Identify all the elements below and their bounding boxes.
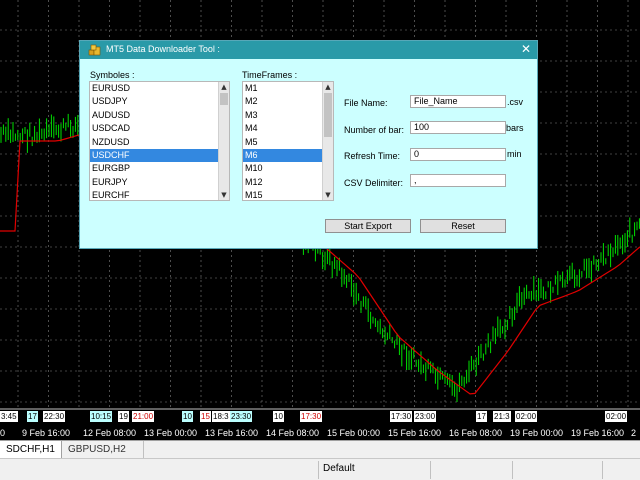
timeframe-item-m1[interactable]: M1 <box>243 82 333 95</box>
symbol-item-audusd[interactable]: AUDUSD <box>90 109 229 122</box>
date-label: 9 Feb 16:00 <box>22 428 71 438</box>
tab-usdchf-h1[interactable]: SDCHF,H1 <box>0 441 62 458</box>
timeframe-item-m6[interactable]: M6 <box>243 148 333 163</box>
date-label: 14 Feb 08:00 <box>266 428 320 438</box>
delimiter-label: CSV Delimiter: <box>344 178 404 188</box>
data-downloader-dialog: MT5 Data Downloader Tool : ✕ Symboles : … <box>79 40 538 249</box>
date-label-partial: 2 <box>631 428 637 438</box>
time-tag: 22:30 <box>43 411 66 422</box>
close-icon[interactable]: ✕ <box>519 42 533 57</box>
scroll-up-icon[interactable]: ▲ <box>323 82 333 92</box>
timeframes-scrollbar[interactable]: ▲ ▼ <box>322 82 333 200</box>
date-label: 13 Feb 16:00 <box>205 428 259 438</box>
time-tag: 10:15 <box>90 411 113 422</box>
time-tag: 17 <box>476 411 487 422</box>
time-tag: 15 <box>200 411 211 422</box>
scroll-down-icon[interactable]: ▼ <box>219 190 229 200</box>
time-tag: 17 <box>27 411 38 422</box>
timeframes-listbox[interactable]: M1 M2 M3 M4 M5 M6 M10 M12 M15 ▲ ▼ <box>242 81 334 201</box>
dialog-title: MT5 Data Downloader Tool : <box>106 44 220 54</box>
refresh-unit-label: min <box>507 149 522 159</box>
status-divider <box>318 461 319 479</box>
date-label: 19 Feb 00:00 <box>510 428 564 438</box>
timeframe-item-m12[interactable]: M12 <box>243 176 333 189</box>
delimiter-input[interactable]: , <box>410 174 506 187</box>
scroll-up-icon[interactable]: ▲ <box>219 82 229 92</box>
timeframes-label: TimeFrames : <box>242 70 298 80</box>
symbol-item-usdchf[interactable]: USDCHF <box>90 148 229 163</box>
time-tag: 17:30 <box>390 411 413 422</box>
time-tag: 19 <box>118 411 129 422</box>
timeframe-item-m4[interactable]: M4 <box>243 122 333 135</box>
scroll-thumb[interactable] <box>324 93 332 137</box>
timeframe-item-m2[interactable]: M2 <box>243 95 333 108</box>
time-tag: 21:3 <box>493 411 511 422</box>
refresh-label: Refresh Time: <box>344 151 401 161</box>
symbol-item-eurusd[interactable]: EURUSD <box>90 82 229 95</box>
date-label: 19 Feb 16:00 <box>571 428 625 438</box>
scroll-thumb[interactable] <box>220 93 228 105</box>
tab-gbpusd-h2[interactable]: GBPUSD,H2 <box>62 441 144 458</box>
time-tag: 17:30 <box>300 411 323 422</box>
time-tag: 21:00 <box>132 411 155 422</box>
bars-input[interactable]: 100 <box>410 121 506 134</box>
scroll-down-icon[interactable]: ▼ <box>323 190 333 200</box>
date-label: 15 Feb 00:00 <box>327 428 381 438</box>
timeframe-item-m15[interactable]: M15 <box>243 189 333 200</box>
chart-tab-bar: SDCHF,H1 GBPUSD,H2 <box>0 440 640 458</box>
symbol-item-usdjpy[interactable]: USDJPY <box>90 95 229 108</box>
timeframe-item-m10[interactable]: M10 <box>243 162 333 175</box>
status-profile: Default <box>323 463 355 474</box>
symbol-item-eurgbp[interactable]: EURGBP <box>90 162 229 175</box>
dialog-titlebar[interactable]: MT5 Data Downloader Tool : ✕ <box>80 41 537 59</box>
date-label: 13 Feb 00:00 <box>144 428 198 438</box>
symbols-listbox[interactable]: EURUSD USDJPY AUDUSD USDCAD NZDUSD USDCHF EURG… <box>89 81 230 201</box>
symbols-scrollbar[interactable]: ▲ ▼ <box>218 82 229 200</box>
bars-label: Number of bar: <box>344 125 405 135</box>
time-tag: 02:00 <box>605 411 628 422</box>
bars-unit-label: bars <box>506 123 524 133</box>
symbol-item-usdcad[interactable]: USDCAD <box>90 122 229 135</box>
date-label-partial: 0 <box>0 428 6 438</box>
file-name-label: File Name: <box>344 98 388 108</box>
status-divider <box>512 461 513 479</box>
status-bar: Default <box>0 458 640 480</box>
time-tag: 23:30 <box>230 411 253 422</box>
status-divider <box>430 461 431 479</box>
time-tag: 23:00 <box>414 411 437 422</box>
date-label: 12 Feb 08:00 <box>83 428 137 438</box>
file-name-input[interactable]: File_Name <box>410 95 506 108</box>
start-export-button[interactable]: Start Export <box>325 219 411 233</box>
date-label: 15 Feb 16:00 <box>388 428 442 438</box>
symbol-item-eurchf[interactable]: EURCHF <box>90 189 229 200</box>
status-divider <box>602 461 603 479</box>
timeframe-item-m5[interactable]: M5 <box>243 136 333 149</box>
symbol-item-eurjpy[interactable]: EURJPY <box>90 176 229 189</box>
file-extension-label: .csv <box>507 97 524 107</box>
time-tag: 02:00 <box>515 411 538 422</box>
time-tag: 10 <box>273 411 284 422</box>
reset-button[interactable]: Reset <box>420 219 506 233</box>
coins-icon <box>88 44 101 56</box>
timeframe-item-m3[interactable]: M3 <box>243 109 333 122</box>
refresh-input[interactable]: 0 <box>410 148 506 161</box>
symbols-label: Symboles : <box>90 70 135 80</box>
time-tag: 18:3 <box>212 411 230 422</box>
time-tag: 10 <box>182 411 193 422</box>
symbol-item-nzdusd[interactable]: NZDUSD <box>90 136 229 149</box>
time-tag: 3:45 <box>0 411 18 422</box>
date-label: 16 Feb 08:00 <box>449 428 503 438</box>
